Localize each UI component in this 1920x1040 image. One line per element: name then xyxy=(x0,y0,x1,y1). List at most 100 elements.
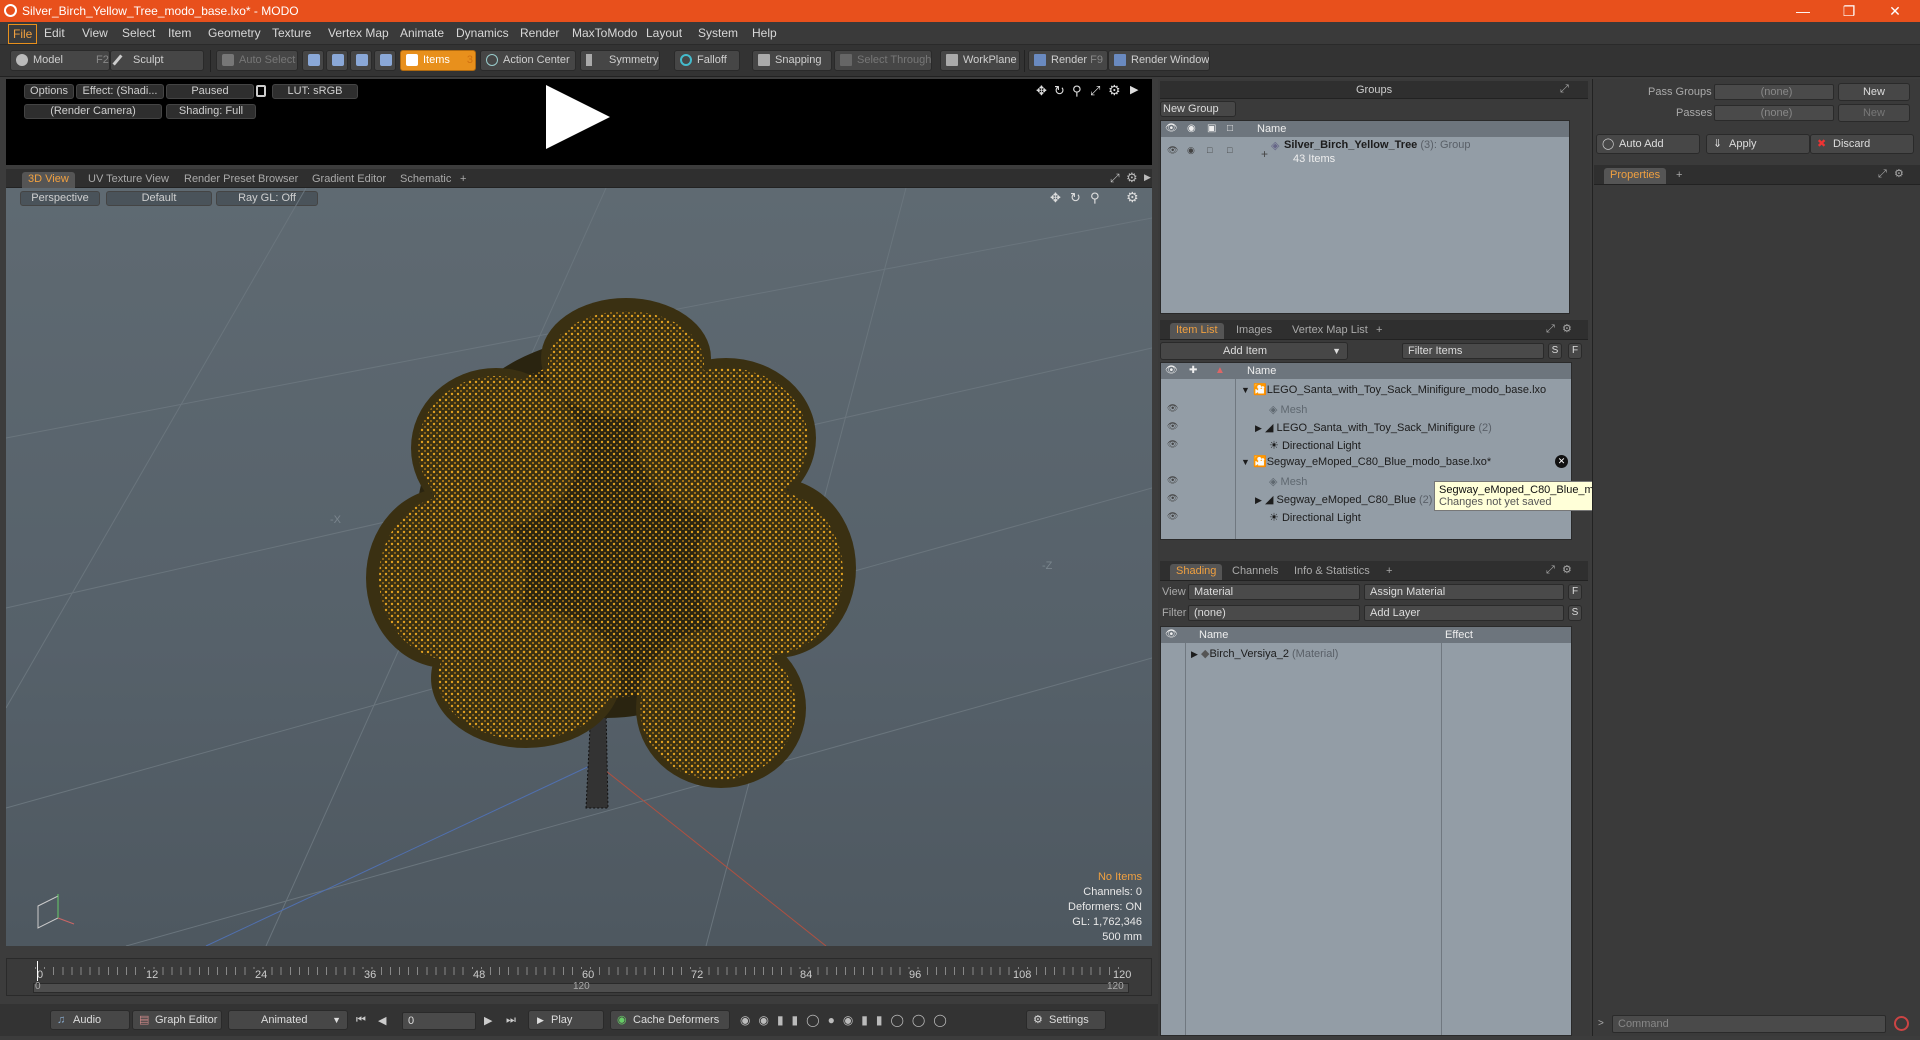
filter-dropdown[interactable]: (none) xyxy=(1188,605,1360,621)
zoom-icon[interactable]: ⚲ xyxy=(1072,83,1082,99)
items-mode-button[interactable]: Items 3 xyxy=(400,50,476,71)
item-list[interactable]: 👁 ✚ ▲ Name ▼ 🎦LEGO_Santa_with_Toy_Sack_M… xyxy=(1160,362,1572,540)
menu-edit[interactable]: Edit xyxy=(44,26,65,40)
list-item-mesh[interactable]: ◈ Mesh xyxy=(1269,403,1307,416)
play-button[interactable]: ▶ Play xyxy=(528,1010,604,1030)
menu-maxtomodo[interactable]: MaxToModo xyxy=(572,26,637,40)
tab-item-list[interactable]: Item List xyxy=(1170,323,1224,339)
effect-dropdown[interactable]: Effect: (Shadi... xyxy=(76,84,164,99)
menu-geometry[interactable]: Geometry xyxy=(208,26,261,40)
render-button[interactable]: Render F9 xyxy=(1028,50,1108,71)
rotate-icon[interactable]: ↻ xyxy=(1054,83,1065,99)
expand-icon[interactable]: ⤢ xyxy=(1546,564,1555,577)
tab-shading[interactable]: Shading xyxy=(1170,564,1223,580)
paused-button[interactable]: Paused xyxy=(166,84,254,99)
expand-plus-icon[interactable]: + xyxy=(1261,147,1268,161)
visibility-icon[interactable]: 👁 xyxy=(1167,421,1178,432)
minimize-icon[interactable]: — xyxy=(1780,0,1826,22)
list-item-locator[interactable]: ▶ ◢ LEGO_Santa_with_Toy_Sack_Minifigure … xyxy=(1255,421,1492,434)
animated-dropdown[interactable]: Animated ▼ xyxy=(228,1010,348,1030)
list-item-light[interactable]: ☀ Directional Light xyxy=(1269,439,1361,452)
settings-button[interactable]: ⚙ Settings xyxy=(1026,1010,1106,1030)
visibility-icon[interactable]: 👁 xyxy=(1167,493,1178,504)
gear-icon[interactable]: ⚙ xyxy=(1108,82,1121,99)
add-layer-dropdown[interactable]: Add Layer xyxy=(1364,605,1564,621)
filter-f-button[interactable]: F xyxy=(1568,343,1582,359)
expand-icon[interactable]: ⤢ xyxy=(1090,83,1100,99)
menu-render[interactable]: Render xyxy=(520,26,559,40)
visibility-icon[interactable]: 👁 xyxy=(1167,145,1178,156)
gear-icon[interactable]: ⚙ xyxy=(1894,167,1904,180)
gear-icon[interactable]: ⚙ xyxy=(1562,322,1572,335)
menu-texture[interactable]: Texture xyxy=(272,26,311,40)
vertices-mode-button[interactable] xyxy=(302,50,324,71)
new-pass-group-button[interactable]: New xyxy=(1838,83,1910,101)
expand-icon[interactable]: ⤢ xyxy=(1546,323,1555,336)
visibility-icon[interactable]: 👁 xyxy=(1167,439,1178,450)
group-row[interactable]: 👁 ◉ □ □ + ◈ Silver_Birch_Yellow_Tree (3)… xyxy=(1161,139,1569,167)
gear-icon[interactable]: ⚙ xyxy=(1562,563,1572,576)
menu-system[interactable]: System xyxy=(698,26,738,40)
3d-viewport[interactable]: Perspective Default Ray GL: Off ✥ ↻ ⚲ ⚙ xyxy=(6,188,1152,946)
action-center-button[interactable]: Action Center xyxy=(480,50,576,71)
tab-vertex-map-list[interactable]: Vertex Map List xyxy=(1286,323,1374,339)
menu-vertex-map[interactable]: Vertex Map xyxy=(328,26,389,40)
apply-button[interactable]: ⇓ Apply xyxy=(1706,134,1810,154)
menu-dynamics[interactable]: Dynamics xyxy=(456,26,509,40)
menu-item[interactable]: Item xyxy=(168,26,191,40)
list-item-mesh[interactable]: ◈ Mesh xyxy=(1269,475,1307,488)
menu-view[interactable]: View xyxy=(82,26,108,40)
sculpt-button[interactable]: Sculpt xyxy=(110,50,204,71)
menu-file[interactable]: File xyxy=(8,24,38,44)
view-dropdown[interactable]: Material xyxy=(1188,584,1360,600)
key-tools-icons[interactable]: ◉◉▮▮◯●◉▮▮◯◯◯ xyxy=(740,1013,955,1027)
new-group-button[interactable]: New Group xyxy=(1160,101,1236,117)
play-icon[interactable] xyxy=(546,85,610,149)
lock-toggle-icon[interactable]: □ xyxy=(1207,145,1212,155)
menu-select[interactable]: Select xyxy=(122,26,155,40)
list-item-locator[interactable]: ▶ ◢ Segway_eMoped_C80_Blue (2) xyxy=(1255,493,1432,506)
passes-dropdown[interactable]: (none) xyxy=(1714,105,1834,121)
step-back-icon[interactable]: ◀ xyxy=(378,1014,386,1027)
tab-3d-view[interactable]: 3D View xyxy=(22,172,75,188)
visibility-icon[interactable]: 👁 xyxy=(1167,403,1178,414)
move-icon[interactable]: ✥ xyxy=(1036,83,1047,99)
groups-list[interactable]: 👁 ◉ ▣ □ Name 👁 ◉ □ □ + ◈ Silver_Birch_Ye… xyxy=(1160,120,1570,314)
tab-render-preset-browser[interactable]: Render Preset Browser xyxy=(178,172,304,188)
visibility-icon[interactable]: 👁 xyxy=(1167,511,1178,522)
tab-info-statistics[interactable]: Info & Statistics xyxy=(1288,564,1376,580)
lock-icon[interactable] xyxy=(256,85,266,97)
falloff-button[interactable]: Falloff xyxy=(674,50,740,71)
tab-channels[interactable]: Channels xyxy=(1226,564,1284,580)
auto-add-button[interactable]: ◯ Auto Add xyxy=(1596,134,1700,154)
skip-start-icon[interactable]: ⏮ xyxy=(356,1014,366,1027)
command-input[interactable]: Command xyxy=(1612,1015,1886,1033)
close-scene-icon[interactable]: ✕ xyxy=(1555,455,1568,468)
shading-dropdown[interactable]: Shading: Full xyxy=(166,104,256,119)
tab-schematic[interactable]: Schematic xyxy=(394,172,457,188)
materials-mode-button[interactable] xyxy=(374,50,396,71)
command-history-icon[interactable] xyxy=(1894,1016,1909,1031)
filter-items-input[interactable]: Filter Items xyxy=(1402,343,1544,359)
timeline[interactable]: 0 12 24 36 48 60 72 84 96 108 120 0 120 … xyxy=(6,958,1152,996)
list-item-scene-1[interactable]: ▼ 🎦LEGO_Santa_with_Toy_Sack_Minifigure_m… xyxy=(1241,383,1546,396)
workplane-button[interactable]: WorkPlane xyxy=(940,50,1020,71)
graph-editor-button[interactable]: ▤ Graph Editor xyxy=(132,1010,222,1030)
expand-icon[interactable]: ⤢ xyxy=(1878,168,1887,181)
edges-mode-button[interactable] xyxy=(326,50,348,71)
tab-add[interactable]: + xyxy=(454,172,472,188)
select-through-button[interactable]: Select Through xyxy=(834,50,932,71)
close-icon[interactable]: ✕ xyxy=(1872,0,1918,22)
auto-select-button[interactable]: Auto Select xyxy=(216,50,298,71)
discard-button[interactable]: ✖ Discard xyxy=(1810,134,1914,154)
skip-end-icon[interactable]: ⏭ xyxy=(506,1014,516,1027)
select-toggle-icon[interactable]: □ xyxy=(1227,145,1232,155)
render-window-button[interactable]: Render Window xyxy=(1108,50,1210,71)
arrow-right-icon[interactable]: ▶ xyxy=(1130,83,1138,96)
gear-icon[interactable]: ⚙ xyxy=(1126,170,1138,186)
expand-icon[interactable]: ⤢ xyxy=(1110,171,1120,186)
list-item-scene-2[interactable]: ▼ 🎦Segway_eMoped_C80_Blue_modo_base.lxo* xyxy=(1241,455,1491,468)
audio-button[interactable]: ♫ Audio xyxy=(50,1010,130,1030)
new-pass-button[interactable]: New xyxy=(1838,104,1910,122)
filter-s-button[interactable]: S xyxy=(1548,343,1562,359)
